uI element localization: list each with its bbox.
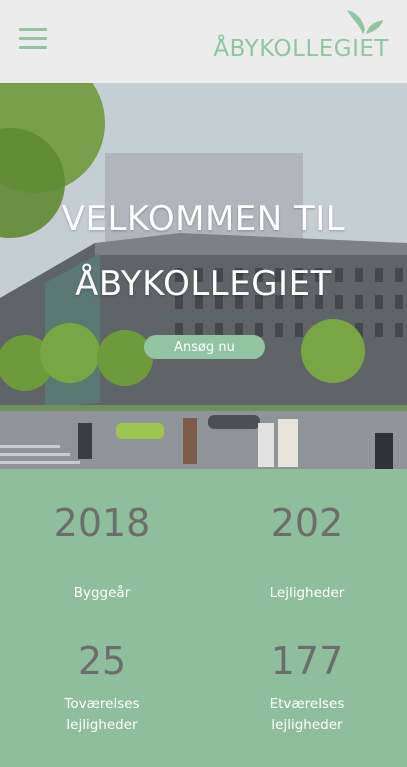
site-logo[interactable]: ÅBYKOLLEGIET — [213, 8, 389, 63]
stat-apartments: 202 Lejligheder — [207, 501, 407, 604]
stat-label: Etværelses lejligheder — [269, 696, 345, 733]
leaf-icon — [347, 10, 383, 34]
logo-text: ÅBYKOLLEGIET — [213, 36, 389, 62]
stat-value: 177 — [270, 639, 344, 683]
hero-title-line1: VELKOMMEN TIL — [61, 199, 346, 239]
hero-title-line2: ÅBYKOLLEGIET — [75, 264, 332, 304]
stat-value: 25 — [77, 639, 127, 683]
hamburger-menu-icon[interactable] — [19, 28, 47, 50]
stat-one-room-apartments: 177 Etværelses lejligheder — [207, 639, 407, 736]
menu-bar — [19, 28, 47, 31]
stat-value: 202 — [270, 501, 344, 545]
stats-section: 2018 Byggeår 202 Lejligheder 25 Toværels… — [0, 469, 407, 767]
apply-now-button[interactable]: Ansøg nu — [144, 335, 265, 359]
stat-build-year: 2018 Byggeår — [2, 501, 202, 604]
menu-bar — [19, 37, 47, 40]
stat-label: Toværelses lejligheder — [64, 696, 140, 733]
menu-bar — [19, 46, 47, 49]
hero-banner: VELKOMMEN TIL ÅBYKOLLEGIET Ansøg nu — [0, 83, 407, 469]
site-header: ÅBYKOLLEGIET — [0, 0, 407, 83]
stat-label: Lejligheder — [269, 585, 345, 601]
stat-two-room-apartments: 25 Toværelses lejligheder — [2, 639, 202, 736]
stat-label: Byggeår — [73, 585, 131, 601]
stat-value: 2018 — [53, 501, 151, 545]
